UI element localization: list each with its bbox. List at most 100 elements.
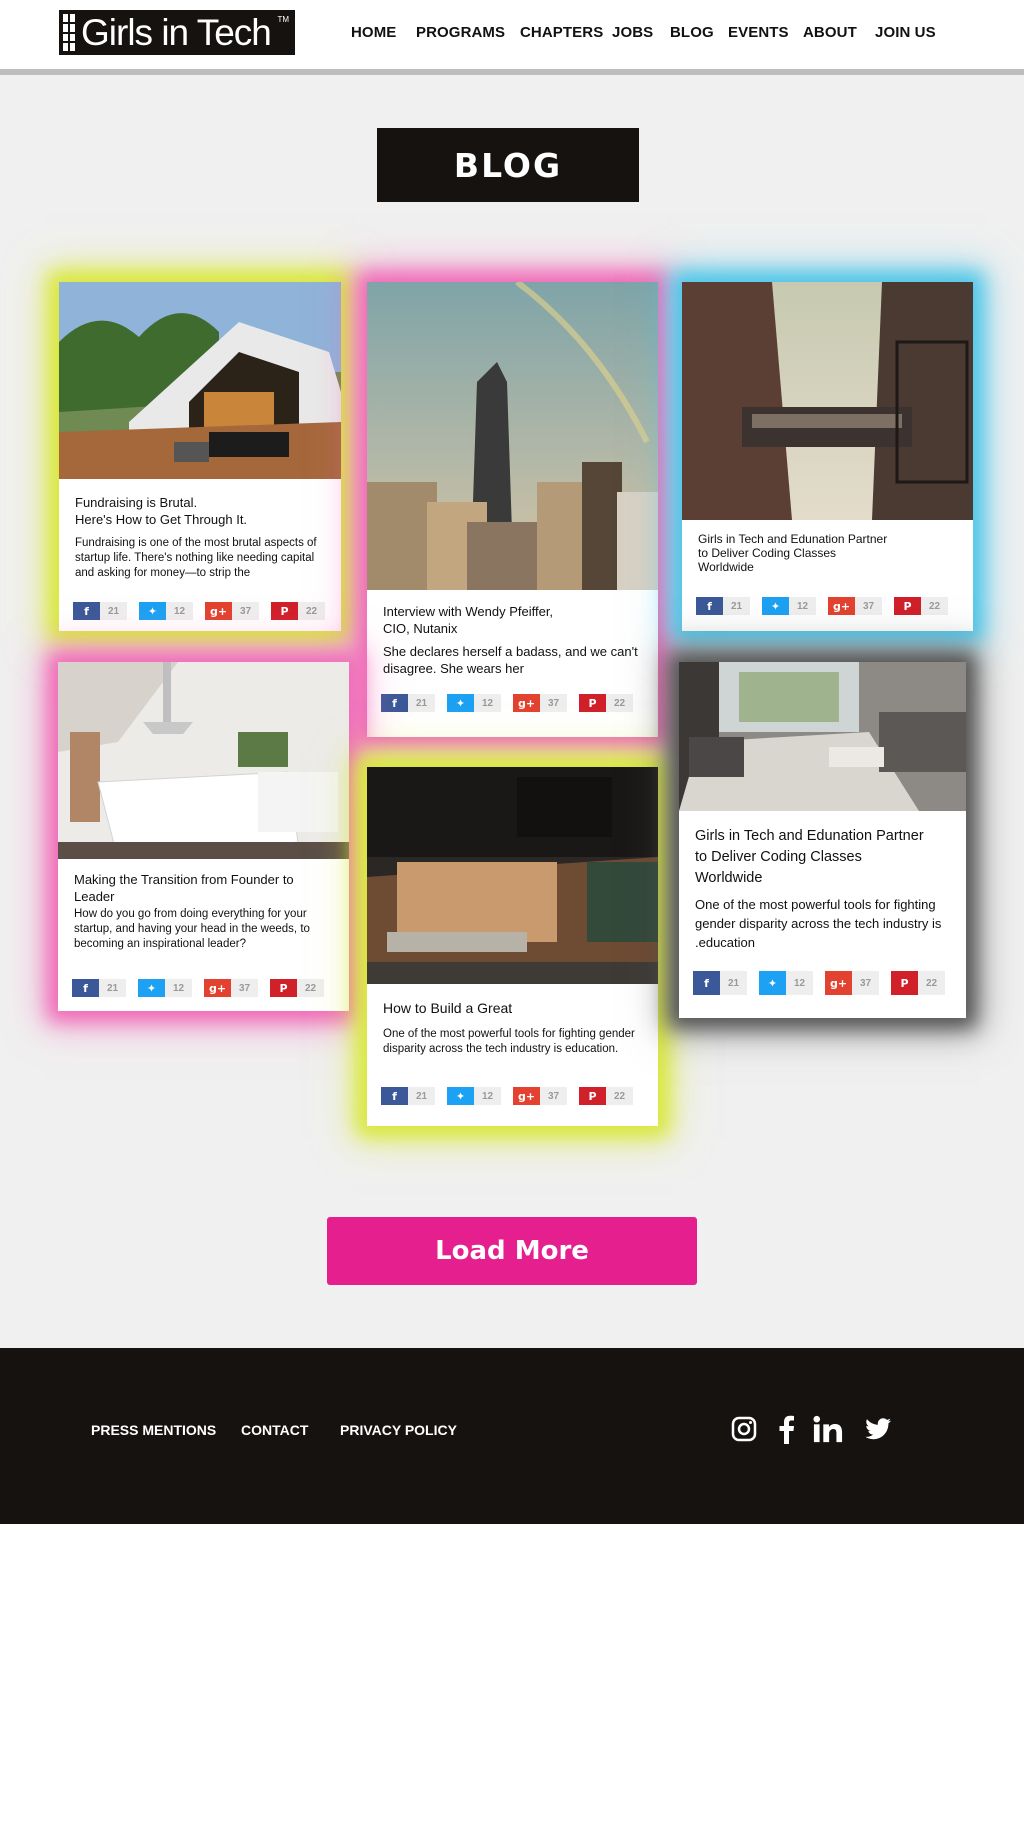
facebook-share[interactable]: f 21 bbox=[72, 979, 126, 997]
nav-join-us[interactable]: JOIN US bbox=[875, 24, 936, 41]
card-title[interactable]: Making the Transition from Founder to Le… bbox=[74, 871, 333, 905]
share-count: 22 bbox=[918, 971, 945, 995]
site-header: Girls in Tech TM HOME PROGRAMS CHAPTERS … bbox=[0, 0, 1024, 70]
pinterest-share[interactable]: P 22 bbox=[891, 971, 945, 995]
nav-blog[interactable]: BLOG bbox=[670, 24, 714, 41]
share-count: 12 bbox=[789, 597, 816, 615]
google-plus-icon: g+ bbox=[204, 979, 231, 997]
share-count: 21 bbox=[408, 1087, 435, 1105]
girls-in-tech-logo[interactable]: Girls in Tech TM bbox=[59, 10, 295, 55]
twitter-share[interactable]: ✦ 12 bbox=[447, 694, 501, 712]
pinterest-share[interactable]: P 22 bbox=[270, 979, 324, 997]
blog-card[interactable]: Girls in Tech and Edunation Partner to D… bbox=[682, 282, 973, 631]
blog-main: BLOG Fundraising is Brutal. Here's How t… bbox=[0, 75, 1024, 1348]
card-image bbox=[59, 282, 341, 479]
nav-events[interactable]: EVENTS bbox=[728, 24, 789, 41]
share-count: 22 bbox=[297, 979, 324, 997]
card-title[interactable]: Fundraising is Brutal. Here's How to Get… bbox=[75, 494, 325, 528]
footer-link-contact[interactable]: CONTACT bbox=[241, 1422, 308, 1438]
card-title[interactable]: Girls in Tech and Edunation Partner to D… bbox=[698, 532, 957, 574]
share-count: 37 bbox=[855, 597, 882, 615]
linkedin-icon[interactable] bbox=[813, 1414, 843, 1444]
card-image bbox=[367, 767, 658, 984]
googleplus-share[interactable]: g+ 37 bbox=[513, 1087, 567, 1105]
logo-trademark: TM bbox=[277, 15, 289, 24]
facebook-icon[interactable] bbox=[771, 1414, 801, 1444]
card-excerpt: One of the most powerful tools for fight… bbox=[695, 897, 942, 950]
nav-about[interactable]: ABOUT bbox=[803, 24, 857, 41]
share-count: 37 bbox=[540, 694, 567, 712]
instagram-icon[interactable] bbox=[729, 1414, 759, 1444]
share-count: 21 bbox=[408, 694, 435, 712]
google-plus-icon: g+ bbox=[828, 597, 855, 615]
twitter-icon: ✦ bbox=[759, 971, 786, 995]
footer-link-privacy-policy[interactable]: PRIVACY POLICY bbox=[340, 1422, 457, 1438]
blog-card[interactable]: How to Build a Great One of the most pow… bbox=[367, 767, 658, 1126]
share-count: 21 bbox=[100, 602, 127, 620]
facebook-icon: f bbox=[381, 694, 408, 712]
facebook-share[interactable]: f 21 bbox=[696, 597, 750, 615]
share-count: 22 bbox=[606, 694, 633, 712]
twitter-share[interactable]: ✦ 12 bbox=[138, 979, 192, 997]
blog-card[interactable]: Girls in Tech and Edunation Partner to D… bbox=[679, 662, 966, 1018]
card-image bbox=[58, 662, 349, 859]
pinterest-icon: P bbox=[579, 694, 606, 712]
load-more-button[interactable]: Load More bbox=[327, 1217, 697, 1285]
card-title[interactable]: Girls in Tech and Edunation Partner to D… bbox=[695, 826, 950, 889]
share-count: 12 bbox=[786, 971, 813, 995]
twitter-icon: ✦ bbox=[762, 597, 789, 615]
share-count: 37 bbox=[540, 1087, 567, 1105]
card-excerpt: She declares herself a badass, and we ca… bbox=[383, 644, 638, 676]
share-count: 21 bbox=[720, 971, 747, 995]
twitter-icon: ✦ bbox=[138, 979, 165, 997]
googleplus-share[interactable]: g+ 37 bbox=[205, 602, 259, 620]
share-bar: f 21 ✦ 12 g+ 37 P 22 bbox=[696, 597, 948, 615]
twitter-icon[interactable] bbox=[863, 1414, 893, 1444]
googleplus-share[interactable]: g+ 37 bbox=[513, 694, 567, 712]
share-count: 12 bbox=[165, 979, 192, 997]
card-title[interactable]: How to Build a Great bbox=[383, 1000, 642, 1017]
nav-chapters[interactable]: CHAPTERS bbox=[520, 24, 603, 41]
twitter-share[interactable]: ✦ 12 bbox=[759, 971, 813, 995]
pinterest-share[interactable]: P 22 bbox=[271, 602, 325, 620]
googleplus-share[interactable]: g+ 37 bbox=[828, 597, 882, 615]
nav-home[interactable]: HOME bbox=[351, 24, 396, 41]
page: Girls in Tech TM HOME PROGRAMS CHAPTERS … bbox=[0, 0, 1024, 1836]
googleplus-share[interactable]: g+ 37 bbox=[825, 971, 879, 995]
share-bar: f 21 ✦ 12 g+ 37 P 22 bbox=[381, 694, 633, 712]
pinterest-icon: P bbox=[271, 602, 298, 620]
google-plus-icon: g+ bbox=[205, 602, 232, 620]
share-count: 37 bbox=[232, 602, 259, 620]
page-title: BLOG bbox=[453, 145, 563, 185]
facebook-share[interactable]: f 21 bbox=[73, 602, 127, 620]
facebook-share[interactable]: f 21 bbox=[693, 971, 747, 995]
facebook-icon: f bbox=[381, 1087, 408, 1105]
pinterest-share[interactable]: P 22 bbox=[894, 597, 948, 615]
pinterest-share[interactable]: P 22 bbox=[579, 1087, 633, 1105]
twitter-share[interactable]: ✦ 12 bbox=[139, 602, 193, 620]
card-excerpt: Fundraising is one of the most brutal as… bbox=[75, 537, 317, 579]
facebook-share[interactable]: f 21 bbox=[381, 694, 435, 712]
card-image bbox=[679, 662, 966, 811]
blog-card[interactable]: Interview with Wendy Pfeiffer, CIO, Nuta… bbox=[367, 282, 658, 737]
nav-jobs[interactable]: JOBS bbox=[612, 24, 653, 41]
logo-mark-icon bbox=[61, 12, 77, 53]
footer-link-press-mentions[interactable]: PRESS MENTIONS bbox=[91, 1422, 216, 1438]
share-count: 12 bbox=[166, 602, 193, 620]
facebook-icon: f bbox=[696, 597, 723, 615]
card-title[interactable]: Interview with Wendy Pfeiffer, CIO, Nuta… bbox=[383, 603, 642, 637]
facebook-share[interactable]: f 21 bbox=[381, 1087, 435, 1105]
twitter-share[interactable]: ✦ 12 bbox=[762, 597, 816, 615]
blank-bottom-area bbox=[0, 1524, 1024, 1836]
pinterest-share[interactable]: P 22 bbox=[579, 694, 633, 712]
google-plus-icon: g+ bbox=[513, 694, 540, 712]
share-count: 21 bbox=[99, 979, 126, 997]
nav-programs[interactable]: PROGRAMS bbox=[416, 24, 505, 41]
twitter-share[interactable]: ✦ 12 bbox=[447, 1087, 501, 1105]
blog-title-banner: BLOG bbox=[377, 128, 639, 202]
blog-card[interactable]: Fundraising is Brutal. Here's How to Get… bbox=[59, 282, 341, 631]
googleplus-share[interactable]: g+ 37 bbox=[204, 979, 258, 997]
share-bar: f 21 ✦ 12 g+ 37 P 22 bbox=[73, 602, 325, 620]
twitter-icon: ✦ bbox=[447, 1087, 474, 1105]
blog-card[interactable]: Making the Transition from Founder to Le… bbox=[58, 662, 349, 1011]
